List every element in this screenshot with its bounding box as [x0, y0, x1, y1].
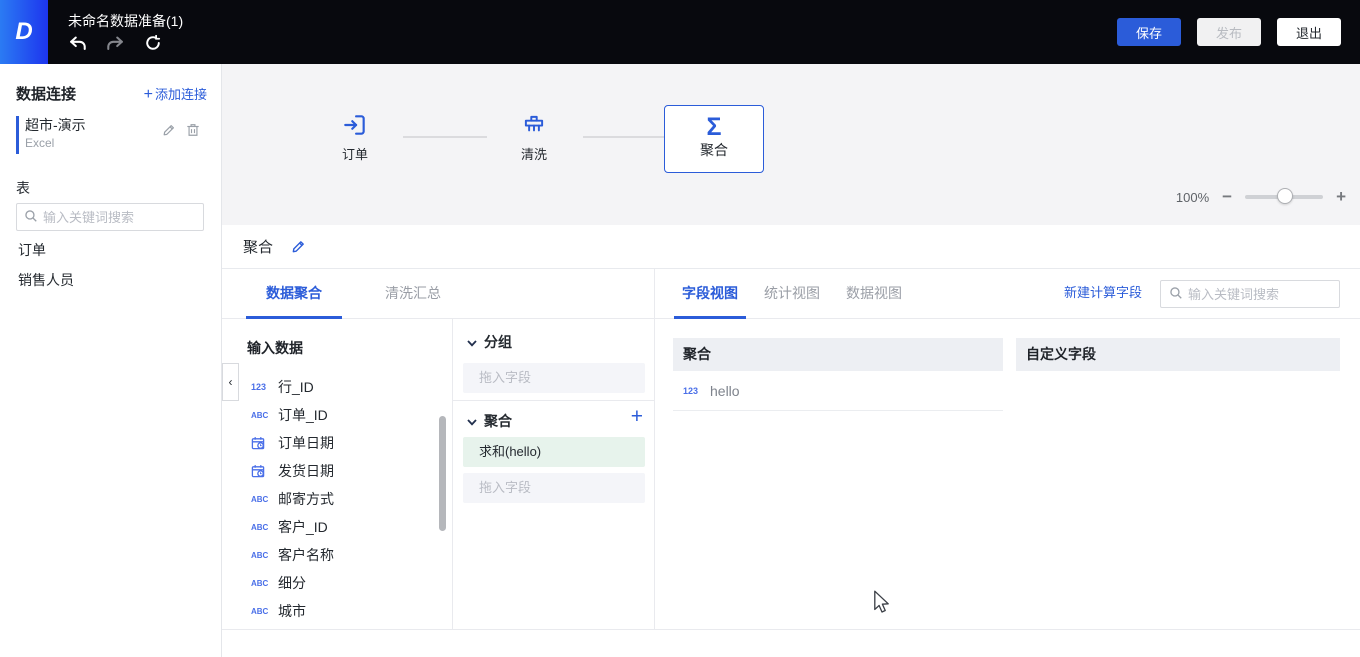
field-row[interactable]: ABC客户名称: [222, 541, 452, 569]
aggregation-config-pane: 数据聚合 清洗汇总 输入数据 123行_ID ABC订单_ID 订单日期 发货日…: [222, 269, 655, 630]
app-logo[interactable]: D: [0, 0, 48, 64]
field-row-hello[interactable]: 123 hello: [673, 371, 1003, 411]
plus-icon: +: [144, 86, 153, 103]
group-section-header[interactable]: 分组: [467, 332, 512, 352]
aggregation-item-sum-hello[interactable]: 求和(hello): [463, 437, 645, 467]
tables-label: 表: [16, 178, 30, 198]
data-connections-title: 数据连接: [16, 83, 76, 104]
step-header: 聚合: [222, 225, 1360, 269]
tab-data-view[interactable]: 数据视图: [838, 269, 910, 319]
text-type-icon: ABC: [251, 523, 270, 532]
zoom-slider-thumb[interactable]: [1277, 188, 1293, 204]
input-field-list: 输入数据 123行_ID ABC订单_ID 订单日期 发货日期 ABC邮寄方式 …: [222, 319, 453, 630]
tab-data-aggregation[interactable]: 数据聚合: [246, 269, 342, 319]
clean-brush-icon: [504, 111, 564, 139]
chevron-left-icon: ‹: [229, 375, 233, 389]
group-drop-zone[interactable]: 拖入字段: [463, 363, 645, 393]
edit-step-name-icon[interactable]: [291, 239, 306, 254]
group-aggregate-panel: 分组 拖入字段 聚合 + 求和(hello) 拖入字段: [453, 319, 655, 630]
custom-fields-column: 自定义字段: [1016, 338, 1340, 371]
number-type-icon: 123: [683, 386, 702, 396]
add-aggregation-button[interactable]: +: [631, 407, 643, 427]
custom-column-header: 自定义字段: [1016, 338, 1340, 371]
field-row[interactable]: 发货日期: [222, 457, 452, 485]
field-list-scrollbar[interactable]: [439, 416, 446, 531]
app-window: D 未命名数据准备(1) 保存 发布 退出 数据连接 +添加连接 超市-演示 E…: [0, 0, 1360, 657]
logo-glyph: D: [15, 18, 32, 46]
field-row[interactable]: 123行_ID: [222, 373, 452, 401]
flow-node-orders[interactable]: 订单: [325, 111, 385, 163]
date-type-icon: [251, 464, 270, 478]
zoom-out-button[interactable]: −: [1222, 189, 1232, 205]
text-type-icon: ABC: [251, 495, 270, 504]
field-row[interactable]: ABC订单_ID: [222, 401, 452, 429]
chevron-down-icon: [467, 413, 477, 429]
field-row[interactable]: ABC邮寄方式: [222, 485, 452, 513]
table-item-orders[interactable]: 订单: [18, 240, 46, 260]
date-type-icon: [251, 436, 270, 450]
edit-connection-icon[interactable]: [162, 123, 176, 140]
field-search-box[interactable]: [1160, 280, 1340, 308]
field-view-pane: 字段视图 统计视图 数据视图 新建计算字段 聚合 123 hello 自定义字段: [655, 269, 1360, 630]
aggregate-drop-zone[interactable]: 拖入字段: [463, 473, 645, 503]
flow-node-label: 聚合: [665, 140, 763, 160]
delete-connection-icon[interactable]: [186, 123, 200, 140]
collapse-panel-handle[interactable]: ‹: [222, 363, 239, 401]
number-type-icon: 123: [251, 382, 270, 392]
publish-button[interactable]: 发布: [1197, 18, 1261, 46]
connection-active-bar: [16, 116, 19, 154]
sidebar: 数据连接 +添加连接 超市-演示 Excel 表 订单 销售人员: [0, 64, 222, 657]
aggregate-column-header: 聚合: [673, 338, 1003, 371]
connection-item[interactable]: 超市-演示 Excel: [16, 115, 206, 155]
tab-field-view[interactable]: 字段视图: [674, 269, 746, 319]
connection-name: 超市-演示: [25, 115, 86, 135]
search-icon: [1169, 286, 1183, 303]
exit-button[interactable]: 退出: [1277, 18, 1341, 46]
flow-canvas[interactable]: 订单 清洗 Σ 聚合 100% − +: [222, 64, 1360, 225]
search-icon: [24, 209, 38, 226]
connection-type: Excel: [25, 136, 54, 150]
field-row[interactable]: ABC细分: [222, 569, 452, 597]
text-type-icon: ABC: [251, 411, 270, 420]
undo-icon[interactable]: [69, 36, 86, 51]
text-type-icon: ABC: [251, 607, 270, 616]
zoom-in-button[interactable]: +: [1336, 189, 1346, 205]
flow-node-clean[interactable]: 清洗: [504, 111, 564, 163]
add-connection-button[interactable]: +添加连接: [144, 84, 207, 104]
tab-clean-summary[interactable]: 清洗汇总: [365, 269, 461, 319]
field-search-input[interactable]: [1188, 287, 1331, 302]
top-bar: D 未命名数据准备(1) 保存 发布 退出: [0, 0, 1360, 64]
text-type-icon: ABC: [251, 551, 270, 560]
sidebar-search-input[interactable]: [43, 210, 196, 225]
redo-icon[interactable]: [107, 36, 124, 51]
table-item-salespeople[interactable]: 销售人员: [18, 270, 74, 290]
sigma-icon: Σ: [665, 114, 763, 140]
canvas-zoom-control: 100% − +: [1176, 189, 1346, 205]
refresh-icon[interactable]: [145, 35, 161, 51]
input-data-header: 输入数据: [247, 338, 303, 358]
field-row[interactable]: 订单日期: [222, 429, 452, 457]
aggregate-section-header[interactable]: 聚合: [467, 411, 512, 431]
flow-connector: [403, 136, 487, 138]
step-title: 聚合: [243, 236, 273, 257]
flow-connector: [583, 136, 664, 138]
section-divider: [453, 400, 655, 401]
field-row[interactable]: ABC城市: [222, 597, 452, 625]
flow-node-label: 订单: [325, 144, 385, 163]
left-tabrow: 数据聚合 清洗汇总: [222, 269, 654, 319]
flow-node-aggregate-selected[interactable]: Σ 聚合: [664, 105, 764, 173]
tab-statistics-view[interactable]: 统计视图: [756, 269, 828, 319]
data-input-icon: [325, 111, 385, 139]
chevron-down-icon: [467, 334, 477, 350]
zoom-slider-track[interactable]: [1245, 195, 1323, 199]
sidebar-search-box[interactable]: [16, 203, 204, 231]
save-button[interactable]: 保存: [1117, 18, 1181, 46]
aggregate-fields-column: 聚合 123 hello: [673, 338, 1003, 411]
flow-node-label: 清洗: [504, 144, 564, 163]
document-title: 未命名数据准备(1): [68, 11, 183, 31]
field-row[interactable]: ABC客户_ID: [222, 513, 452, 541]
new-calculated-field-link[interactable]: 新建计算字段: [1064, 269, 1142, 319]
zoom-level: 100%: [1176, 190, 1209, 205]
text-type-icon: ABC: [251, 579, 270, 588]
